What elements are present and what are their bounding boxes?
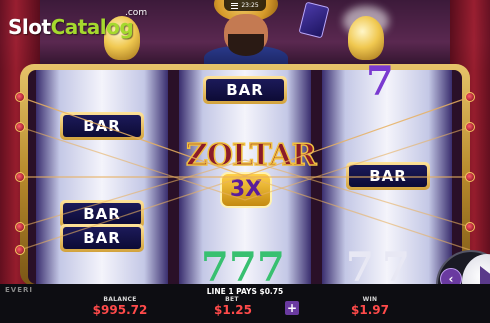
- bar-label: BAR: [63, 115, 141, 137]
- hamburger-menu-icon[interactable]: [231, 2, 239, 9]
- payline-marker[interactable]: [465, 122, 475, 132]
- balance-value: $995.72: [92, 303, 148, 317]
- seven-symbol: 7: [366, 58, 394, 105]
- payline-marker[interactable]: [15, 172, 25, 182]
- reel-1: BAR BAR BAR: [36, 70, 168, 284]
- seven-symbol: 7: [201, 244, 229, 291]
- win-value: $1.97: [351, 303, 389, 317]
- right-lamp: [348, 16, 384, 60]
- seven-symbol: 7: [346, 244, 374, 291]
- status-pill[interactable]: 23:25: [224, 0, 266, 11]
- reel-3: 7 BAR 7 7: [322, 62, 452, 288]
- seven-symbol: 7: [229, 244, 257, 291]
- clock: 23:25: [241, 2, 259, 9]
- bet-label: BET: [225, 296, 239, 303]
- bar-label: BAR: [63, 203, 141, 225]
- zoltar-beard: [228, 34, 264, 56]
- provider-logo: EVERI: [5, 286, 33, 294]
- bar-label: BAR: [63, 227, 141, 249]
- logo-domain: .com: [125, 8, 148, 18]
- bar-label: BAR: [206, 79, 284, 101]
- bet-value: $1.25: [214, 303, 252, 317]
- line-pays-message: LINE 1 PAYS $0.75: [206, 287, 284, 296]
- bar-symbol: BAR: [346, 162, 430, 190]
- plus-icon: +: [286, 301, 298, 315]
- payline-marker[interactable]: [15, 245, 25, 255]
- payline-marker[interactable]: [465, 172, 475, 182]
- bar-symbol: BAR: [60, 112, 144, 140]
- zoltar-title: ZOLTAR: [185, 137, 317, 174]
- payline-marker[interactable]: [15, 122, 25, 132]
- logo-text: SlotCatalog: [8, 15, 134, 39]
- seven-symbol: 7: [382, 244, 410, 291]
- payline-marker[interactable]: [465, 92, 475, 102]
- bar-symbol: BAR: [60, 224, 144, 252]
- bar-symbol: BAR: [203, 76, 287, 104]
- zoltar-3x-symbol: ZOLTAR 3X: [185, 137, 317, 210]
- payline-marker[interactable]: [15, 92, 25, 102]
- payline-marker[interactable]: [465, 222, 475, 232]
- win-label: WIN: [362, 296, 378, 303]
- game-scene: 23:25 SlotCatalog .com BAR BAR BAR BAR 7…: [0, 0, 490, 323]
- increase-bet-button[interactable]: +: [285, 301, 299, 315]
- seven-symbol: 7: [257, 244, 285, 291]
- payline-marker[interactable]: [15, 222, 25, 232]
- bar-label: BAR: [349, 165, 427, 187]
- multiplier-label: 3X: [229, 177, 263, 202]
- balance-label: BALANCE: [103, 296, 137, 303]
